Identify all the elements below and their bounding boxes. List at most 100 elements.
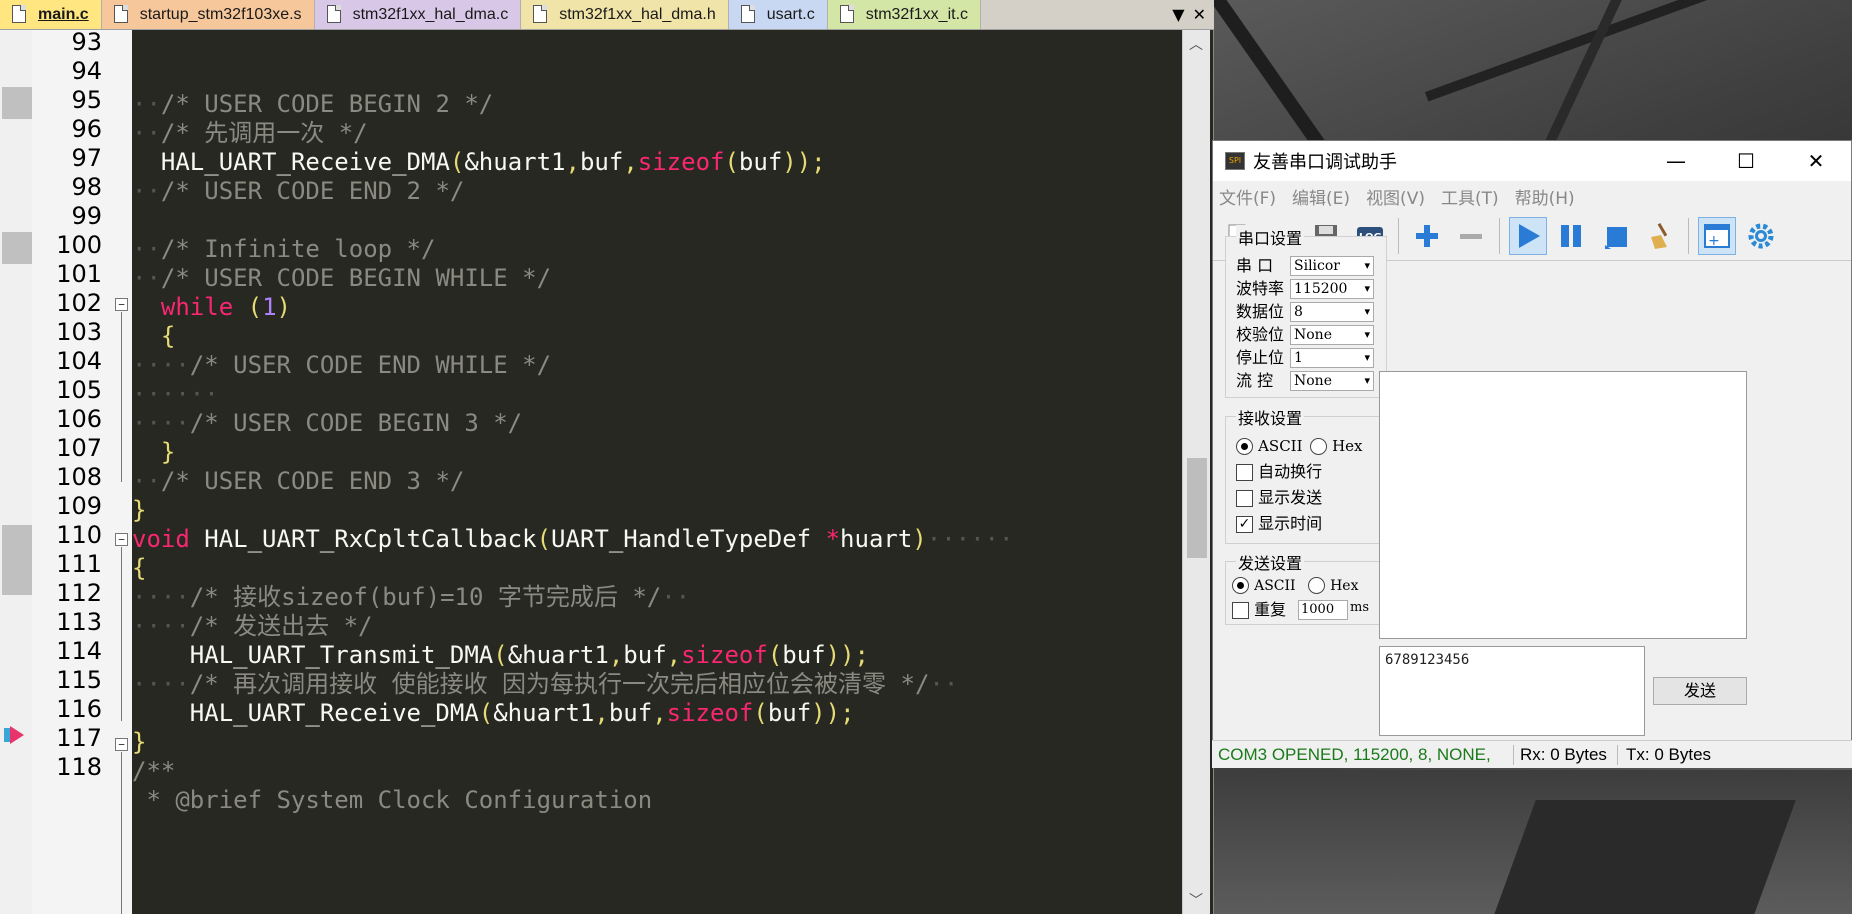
tab-label: main.c [38, 5, 89, 23]
editor-vertical-scrollbar[interactable]: ︿ ﹀ [1182, 30, 1210, 914]
tx-ascii-option[interactable]: ASCII [1232, 574, 1296, 596]
stopbits-label: 停止位 [1236, 348, 1285, 367]
show-time-label: 显示时间 [1258, 514, 1323, 533]
code-arg: buf [782, 641, 826, 669]
maximize-button[interactable]: ☐ [1711, 149, 1781, 173]
title-bar[interactable]: SPI 友善串口调试助手 — ☐ ✕ [1213, 141, 1851, 181]
tx-hex-option[interactable]: Hex [1308, 574, 1358, 596]
show-send-option[interactable]: 显示发送 [1236, 487, 1322, 509]
status-bar: COM3 OPENED, 115200, 8, NONE, Rx: 0 Byte… [1212, 740, 1852, 768]
editor-tab-bar: main.c startup_stm32f103xe.s stm32f1xx_h… [0, 0, 1214, 30]
pause-icon[interactable] [1553, 217, 1591, 255]
add-window-icon[interactable]: + [1698, 216, 1736, 255]
tab-startup-s[interactable]: startup_stm32f103xe.s [101, 0, 315, 29]
fold-toggle-icon[interactable]: − [115, 738, 128, 751]
port-settings-group: 串口设置 串 口 Silicor 波特率 115200 数据位 8 校验位 No… [1225, 225, 1387, 398]
rx-ascii-option[interactable]: ASCII [1236, 435, 1303, 457]
breakpoint-gutter[interactable] [0, 30, 32, 914]
bookmark-marker [2, 87, 32, 119]
menu-file[interactable]: 文件(F) [1219, 184, 1276, 209]
send-button[interactable]: 发送 [1653, 677, 1747, 705]
tx-ascii-label: ASCII [1254, 578, 1296, 594]
code-operator: * [825, 525, 841, 553]
tab-hal-dma-h[interactable]: stm32f1xx_hal_dma.h [521, 0, 729, 29]
file-icon [740, 5, 755, 23]
show-time-option[interactable]: ✓ 显示时间 [1236, 513, 1322, 535]
add-icon[interactable] [1408, 217, 1446, 255]
checkbox-icon[interactable] [1236, 490, 1253, 507]
clear-broom-icon[interactable] [1641, 217, 1679, 255]
rx-hex-label: Hex [1332, 437, 1363, 455]
close-button[interactable]: ✕ [1781, 149, 1851, 173]
connection-status: COM3 OPENED, 115200, 8, NONE, [1212, 744, 1514, 765]
close-tab-icon[interactable]: ✕ [1193, 5, 1206, 24]
port-select[interactable]: Silicor [1290, 256, 1374, 276]
receive-text-area[interactable] [1379, 371, 1747, 639]
minimize-button[interactable]: — [1641, 149, 1711, 173]
baud-select[interactable]: 115200 [1290, 279, 1374, 299]
radio-icon[interactable] [1310, 438, 1327, 455]
code-comment: /* 先调用一次 */ [160, 119, 368, 147]
serial-assistant-window: SPI 友善串口调试助手 — ☐ ✕ 文件(F) 编辑(E) 视图(V) 工具(… [1212, 140, 1852, 768]
code-param: huart [840, 525, 913, 553]
interval-spinner[interactable]: 1000 [1298, 600, 1348, 620]
databits-select[interactable]: 8 [1290, 302, 1374, 322]
menu-edit[interactable]: 编辑(E) [1292, 184, 1350, 209]
tab-label: stm32f1xx_hal_dma.h [559, 5, 716, 23]
tab-list-dropdown-icon[interactable]: ▼ [1172, 5, 1184, 24]
auto-wrap-option[interactable]: 自动换行 [1236, 461, 1322, 483]
checkbox-checked-icon[interactable]: ✓ [1236, 516, 1253, 533]
menu-help[interactable]: 帮助(H) [1515, 184, 1575, 209]
group-title: 接收设置 [1236, 405, 1305, 429]
tab-hal-dma-c[interactable]: stm32f1xx_hal_dma.c [314, 0, 522, 29]
stopbits-select[interactable]: 1 [1290, 348, 1374, 368]
code-arg: buf [579, 148, 624, 176]
group-title: 串口设置 [1236, 225, 1305, 249]
app-icon: SPI [1225, 152, 1245, 170]
code-arg: &huart1 [493, 699, 595, 727]
show-send-label: 显示发送 [1258, 488, 1323, 507]
radio-checked-icon[interactable] [1236, 438, 1253, 455]
tx-hex-label: Hex [1330, 578, 1359, 594]
tab-usart-c[interactable]: usart.c [728, 0, 828, 29]
scroll-down-icon[interactable]: ﹀ [1189, 890, 1203, 910]
rx-hex-option[interactable]: Hex [1310, 435, 1363, 457]
code-comment: /* USER CODE END WHILE */ [189, 351, 552, 379]
repeat-option[interactable]: 重复 [1232, 599, 1286, 621]
settings-gear-icon[interactable] [1742, 217, 1780, 255]
remove-icon[interactable] [1452, 217, 1490, 255]
line-number: 118 [56, 753, 102, 781]
flow-select[interactable]: None [1290, 371, 1374, 391]
menu-tools[interactable]: 工具(T) [1441, 184, 1499, 209]
code-comment: /* USER CODE END 2 */ [160, 177, 465, 205]
tab-label: stm32f1xx_it.c [865, 5, 969, 23]
fold-line [121, 547, 122, 721]
scroll-up-icon[interactable]: ︿ [1189, 34, 1203, 54]
scrollbar-thumb[interactable] [1187, 458, 1207, 558]
code-keyword: sizeof [666, 699, 754, 727]
checkbox-icon[interactable] [1232, 602, 1249, 619]
radio-icon[interactable] [1308, 577, 1325, 594]
code-area[interactable]: ··/* USER CODE BEGIN 2 */ ··/* 先调用一次 */ … [132, 30, 1182, 914]
stop-icon[interactable] [1597, 217, 1635, 255]
send-text-area[interactable]: 6789123456 [1379, 646, 1645, 736]
fold-toggle-icon[interactable]: − [115, 533, 128, 546]
tab-label: stm32f1xx_hal_dma.c [352, 5, 509, 23]
fold-line [121, 312, 122, 432]
menu-view[interactable]: 视图(V) [1366, 184, 1425, 209]
parity-select[interactable]: None [1290, 325, 1374, 345]
tab-it-c[interactable]: stm32f1xx_it.c [827, 0, 982, 29]
tab-label: usart.c [766, 5, 815, 23]
radio-checked-icon[interactable] [1232, 577, 1249, 594]
window-title: 友善串口调试助手 [1253, 152, 1397, 173]
code-arg: &huart1 [464, 148, 566, 176]
code-arg: buf [767, 699, 812, 727]
code-comment: /* 接收sizeof(buf)=10 字节完成后 */ [189, 583, 662, 611]
checkbox-icon[interactable] [1236, 464, 1253, 481]
menu-bar: 文件(F) 编辑(E) 视图(V) 工具(T) 帮助(H) [1213, 181, 1851, 211]
play-icon[interactable] [1509, 216, 1547, 255]
fold-toggle-icon[interactable]: − [115, 298, 128, 311]
fold-margin: − − − [110, 30, 132, 914]
bookmark-marker [2, 525, 32, 595]
file-icon [533, 5, 548, 23]
